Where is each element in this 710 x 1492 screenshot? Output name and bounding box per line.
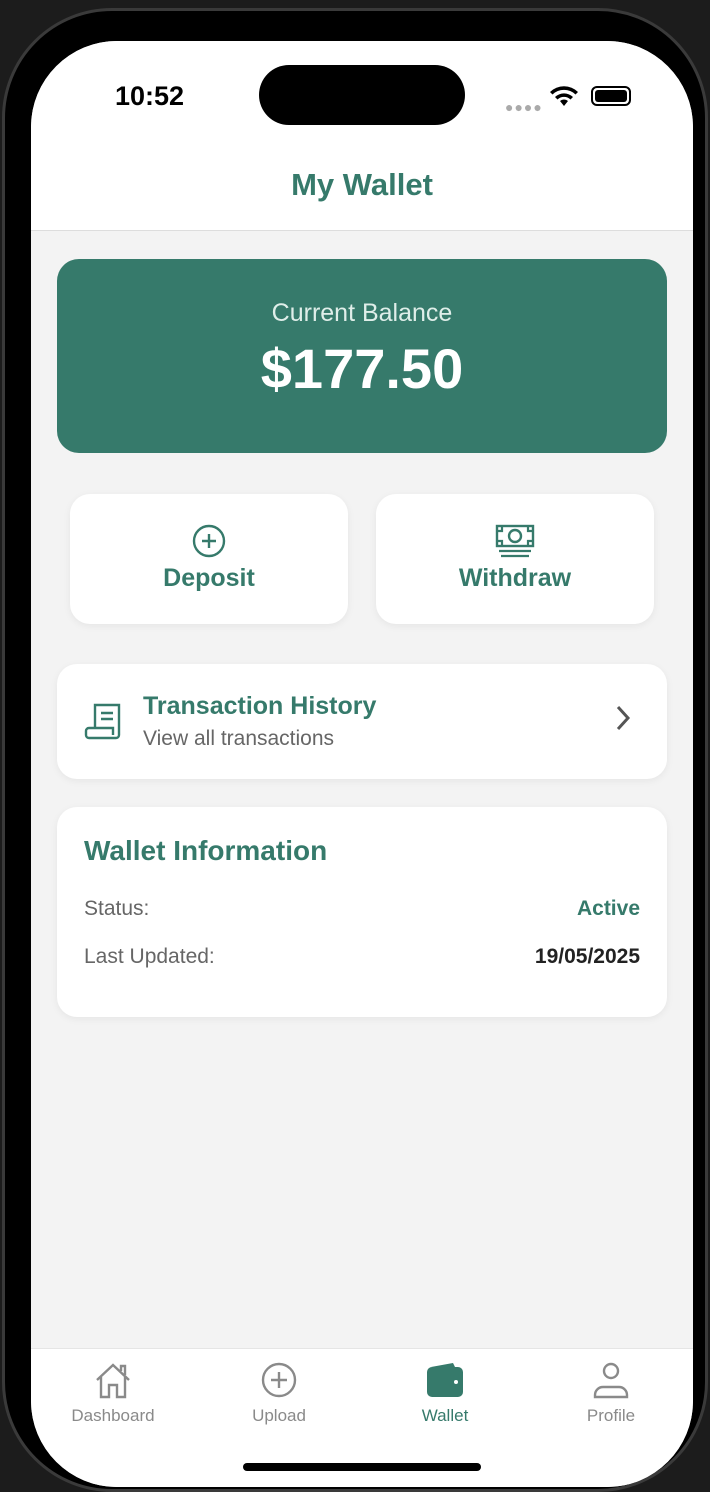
status-row: Status: Active [84,897,640,921]
balance-label: Current Balance [271,299,453,327]
tab-wallet[interactable]: Wallet [375,1361,515,1426]
receipt-icon [84,703,121,740]
tab-dashboard[interactable]: Dashboard [43,1361,183,1426]
wallet-icon [427,1363,463,1397]
history-title: Transaction History [143,692,377,720]
tab-wallet-label: Wallet [421,1406,469,1425]
deposit-button[interactable]: Deposit [70,494,348,624]
tab-upload[interactable]: Upload [209,1361,349,1426]
tab-dashboard-label: Dashboard [71,1406,155,1425]
status-time: 10:52 [115,81,185,111]
balance-card: Current Balance $177.50 [57,259,667,453]
balance-amount: $177.50 [260,337,464,400]
plus-circle-icon [192,524,226,558]
last-updated-row: Last Updated: 19/05/2025 [84,945,640,969]
last-updated-label: Last Updated: [84,945,215,968]
battery-icon [591,86,631,106]
history-subtitle: View all transactions [143,727,335,750]
page-title: My Wallet [291,167,433,202]
wifi-icon [550,86,578,106]
header: My Wallet [31,151,693,231]
dynamic-island [259,65,465,125]
wallet-info-title: Wallet Information [84,835,328,866]
deposit-label: Deposit [163,564,255,592]
plus-circle-icon [261,1362,297,1398]
screen: 10:52 ●●●● My Wallet Current Balance $17… [31,41,693,1487]
tab-upload-label: Upload [252,1406,306,1425]
status-label: Status: [84,897,150,920]
person-icon [593,1362,629,1399]
transaction-history-link[interactable]: Transaction History View all transaction… [57,664,667,779]
home-icon [96,1363,130,1399]
phone-frame: 10:52 ●●●● My Wallet Current Balance $17… [2,8,708,1492]
withdraw-button[interactable]: Withdraw [376,494,654,624]
signal-icon: ●●●● [505,99,543,115]
chevron-right-icon [616,705,631,731]
cash-icon [495,524,535,558]
wallet-info-card: Wallet Information Status: Active Last U… [57,807,667,1017]
status-bar: 10:52 ●●●● [31,41,693,151]
tab-profile[interactable]: Profile [541,1361,681,1426]
tab-profile-label: Profile [586,1406,636,1425]
withdraw-label: Withdraw [458,564,572,592]
last-updated-value: 19/05/2025 [534,945,640,968]
status-badge: Active [576,897,640,920]
home-indicator[interactable] [243,1463,481,1471]
